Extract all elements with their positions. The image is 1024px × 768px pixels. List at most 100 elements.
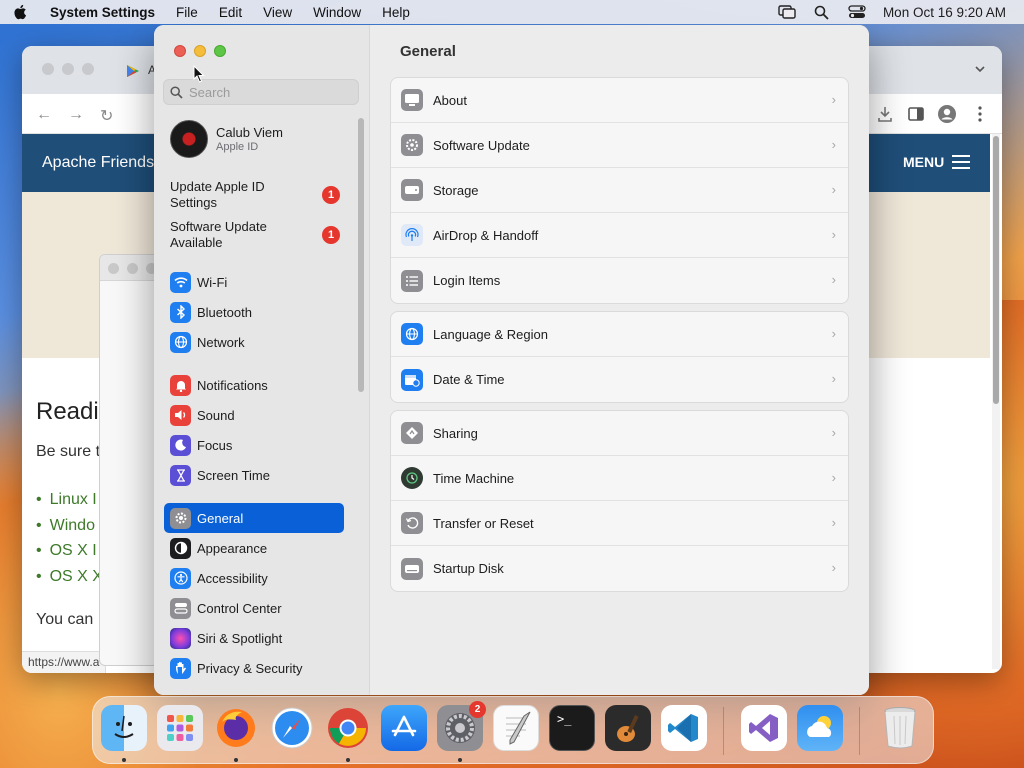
apple-id-profile[interactable]: Calub Viem Apple ID xyxy=(170,120,283,158)
calendar-clock-icon xyxy=(401,368,423,391)
settings-row-about[interactable]: About › xyxy=(391,78,848,123)
settings-row-login-items[interactable]: Login Items › xyxy=(391,258,848,303)
menu-file[interactable]: File xyxy=(176,5,198,20)
trash-icon[interactable] xyxy=(877,705,923,751)
menu-edit[interactable]: Edit xyxy=(219,5,242,20)
close-button[interactable] xyxy=(174,45,186,57)
back-arrow-icon[interactable]: ← xyxy=(36,106,52,124)
chevron-right-icon: › xyxy=(831,371,836,386)
browser-close-button[interactable] xyxy=(42,63,54,75)
appearance-icon xyxy=(170,537,191,559)
hamburger-icon xyxy=(952,155,971,169)
firefox-icon[interactable] xyxy=(213,705,259,751)
settings-row-label: Date & Time xyxy=(433,372,505,387)
chevron-down-icon[interactable] xyxy=(974,64,986,74)
page-link-list: Linux I Windo OS X I OS X X xyxy=(36,487,103,589)
control-center-icon[interactable] xyxy=(847,4,867,20)
notice-label: Software Update Available xyxy=(170,219,267,250)
sidebar-item-focus[interactable]: Focus xyxy=(164,430,344,460)
browser-minimize-button[interactable] xyxy=(62,63,74,75)
sidebar-item-appearance[interactable]: Appearance xyxy=(164,533,344,563)
menu-help[interactable]: Help xyxy=(382,5,410,20)
site-menu-button[interactable]: MENU xyxy=(903,154,971,170)
profile-avatar-icon[interactable] xyxy=(937,104,957,124)
login-items-icon xyxy=(401,269,423,292)
list-item[interactable]: OS X I xyxy=(36,538,103,564)
safari-icon[interactable] xyxy=(269,705,315,751)
sidebar-item-control-center[interactable]: Control Center xyxy=(164,593,344,623)
more-menu-icon[interactable] xyxy=(970,104,990,124)
settings-row-software-update[interactable]: Software Update › xyxy=(391,123,848,168)
sidebar-item-privacy-security[interactable]: Privacy & Security xyxy=(164,653,344,683)
zoom-button[interactable] xyxy=(214,45,226,57)
sidebar-item-notifications[interactable]: Notifications xyxy=(164,370,344,400)
download-icon[interactable] xyxy=(875,104,895,124)
notifications-icon xyxy=(170,374,191,396)
textedit-icon[interactable] xyxy=(493,705,539,751)
bluetooth-icon xyxy=(170,301,191,323)
settings-row-airdrop-handoff[interactable]: AirDrop & Handoff › xyxy=(391,213,848,258)
dialog-close-button[interactable] xyxy=(108,263,119,274)
system-settings-window: Search Calub Viem Apple ID Update Apple … xyxy=(154,25,869,695)
list-item[interactable]: Windo xyxy=(36,513,103,539)
browser-scroll-thumb[interactable] xyxy=(993,136,999,404)
forward-arrow-icon[interactable]: → xyxy=(68,106,84,124)
terminal-icon[interactable]: >_ xyxy=(549,705,595,751)
finder-icon[interactable] xyxy=(101,705,147,751)
settings-row-storage[interactable]: Storage › xyxy=(391,168,848,213)
avatar xyxy=(170,120,208,158)
browser-zoom-button[interactable] xyxy=(82,63,94,75)
running-indicator xyxy=(458,758,462,762)
chrome-icon[interactable] xyxy=(325,705,371,751)
apple-menu-icon[interactable] xyxy=(12,3,30,21)
side-panel-icon[interactable] xyxy=(906,104,926,124)
gear-icon xyxy=(170,507,191,529)
sidebar-scrollbar[interactable] xyxy=(358,118,364,392)
settings-row-startup-disk[interactable]: Startup Disk › xyxy=(391,546,848,591)
sidebar-item-screen-time[interactable]: Screen Time xyxy=(164,460,344,490)
sidebar-item-sound[interactable]: Sound xyxy=(164,400,344,430)
google-play-favicon-icon xyxy=(127,65,139,77)
list-item[interactable]: Linux I xyxy=(36,487,103,513)
sidebar-item-label: Focus xyxy=(197,437,233,453)
visual-studio-icon[interactable] xyxy=(741,705,787,751)
app-store-icon[interactable] xyxy=(381,705,427,751)
sidebar-item-label: Accessibility xyxy=(197,570,268,586)
launchpad-icon[interactable] xyxy=(157,705,203,751)
settings-content-pane: General About › Software Update › Storag… xyxy=(370,25,869,695)
running-indicator xyxy=(234,758,238,762)
notice-update-apple-id[interactable]: Update Apple ID Settings 1 xyxy=(170,179,340,211)
mouse-cursor-icon xyxy=(193,65,205,83)
reload-icon[interactable]: ↻ xyxy=(100,106,113,126)
minimize-button[interactable] xyxy=(194,45,206,57)
sidebar-item-siri-spotlight[interactable]: Siri & Spotlight xyxy=(164,623,344,653)
sidebar-item-wifi[interactable]: Wi-Fi xyxy=(164,267,344,297)
garageband-icon[interactable] xyxy=(605,705,651,751)
settings-row-label: Startup Disk xyxy=(433,561,504,576)
settings-row-label: Language & Region xyxy=(433,326,548,342)
sidebar-item-label: Screen Time xyxy=(197,467,270,483)
weather-icon[interactable] xyxy=(797,705,843,751)
running-indicator xyxy=(122,758,126,762)
sidebar-item-general[interactable]: General xyxy=(164,503,344,533)
menu-app-name[interactable]: System Settings xyxy=(50,5,155,20)
spotlight-search-icon[interactable] xyxy=(812,4,832,20)
sidebar-item-network[interactable]: Network xyxy=(164,327,344,357)
sidebar-item-accessibility[interactable]: Accessibility xyxy=(164,563,344,593)
vscode-icon[interactable] xyxy=(661,705,707,751)
sharing-icon xyxy=(401,422,423,444)
screen-mirroring-icon[interactable] xyxy=(777,4,797,20)
menu-window[interactable]: Window xyxy=(313,5,361,20)
settings-row-sharing[interactable]: Sharing › xyxy=(391,411,848,456)
menu-view[interactable]: View xyxy=(263,5,292,20)
notice-software-update[interactable]: Software Update Available 1 xyxy=(170,219,340,251)
settings-row-transfer-reset[interactable]: Transfer or Reset › xyxy=(391,501,848,546)
menu-clock[interactable]: Mon Oct 16 9:20 AM xyxy=(883,5,1006,20)
settings-row-date-time[interactable]: Date & Time › xyxy=(391,357,848,402)
settings-row-time-machine[interactable]: Time Machine › xyxy=(391,456,848,501)
site-title[interactable]: Apache Friends xyxy=(42,154,154,172)
sidebar-item-bluetooth[interactable]: Bluetooth xyxy=(164,297,344,327)
settings-row-language-region[interactable]: Language & Region › xyxy=(391,312,848,357)
list-item[interactable]: OS X X xyxy=(36,564,103,590)
dialog-minimize-button[interactable] xyxy=(127,263,138,274)
